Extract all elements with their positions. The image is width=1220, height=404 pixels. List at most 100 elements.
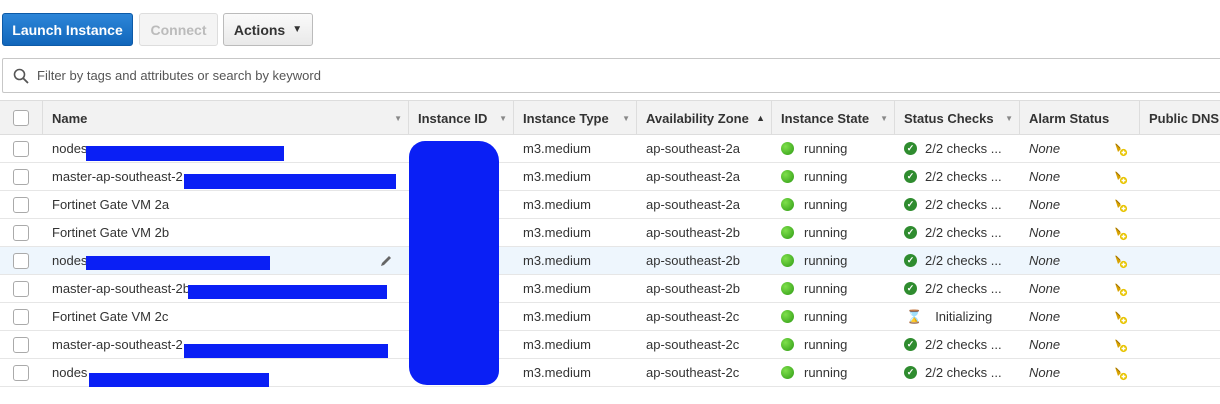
row-checkbox[interactable] [13,225,29,241]
state-label: running [804,281,848,296]
bell-plus-icon[interactable] [1112,247,1132,274]
bell-plus-icon[interactable] [1112,219,1132,246]
bell-plus-icon[interactable] [1112,191,1132,218]
sort-icon: ▼ [1005,113,1013,123]
redaction-mark [188,285,387,299]
instance-state: running [781,247,891,274]
column-header-alarm-status[interactable]: Alarm Status [1019,101,1139,135]
column-header-instance-state[interactable]: Instance State ▼ [771,101,894,135]
status-checks[interactable]: ✓ 2/2 checks ... [904,331,1016,358]
state-label: running [804,141,848,156]
instance-state: running [781,163,891,190]
state-label: running [804,365,848,380]
row-checkbox[interactable] [13,365,29,381]
instance-state: running [781,135,891,162]
alarm-status: None [1029,169,1061,184]
green-circle-icon [781,198,794,211]
status-checks[interactable]: ⌛ Initializing [904,303,1016,330]
check-circle-icon: ✓ [904,226,917,239]
instances-table: Name ▼ Instance ID ▼ Instance Type ▼ Availa… [0,100,1220,387]
availability-zone: ap-southeast-2c [646,337,740,352]
instance-name: Fortinet Gate VM 2b [52,225,170,240]
column-header-status-checks[interactable]: Status Checks ▼ [894,101,1019,135]
actions-button[interactable]: Actions ▼ [223,13,313,46]
search-icon [3,68,33,84]
sort-icon: ▼ [622,113,630,123]
column-header-availability-zone[interactable]: Availability Zone ▲ [636,101,771,135]
status-checks[interactable]: ✓ 2/2 checks ... [904,191,1016,218]
toolbar: Launch Instance Connect Actions ▼ [0,0,1220,56]
availability-zone: ap-southeast-2b [646,253,740,268]
sort-icon: ▼ [499,113,507,123]
instance-type: m3.medium [523,365,591,380]
status-checks-label: 2/2 checks ... [925,281,1002,296]
alarm-status: None [1029,225,1061,240]
check-circle-icon: ✓ [904,282,917,295]
row-checkbox[interactable] [13,309,29,325]
check-circle-icon: ✓ [904,198,917,211]
state-label: running [804,309,848,324]
bell-plus-icon[interactable] [1112,275,1132,302]
status-checks[interactable]: ✓ 2/2 checks ... [904,275,1016,302]
availability-zone: ap-southeast-2a [646,197,740,212]
bell-plus-icon[interactable] [1112,135,1132,162]
table-row[interactable]: Fortinet Gate VM 2a m3.medium ap-southeast… [0,191,1220,219]
instance-type: m3.medium [523,225,591,240]
row-checkbox[interactable] [13,281,29,297]
green-circle-icon [781,142,794,155]
table-row[interactable]: master-ap-southeast-2 m3.medium ap-southea… [0,163,1220,191]
instance-type: m3.medium [523,281,591,296]
instance-type: m3.medium [523,197,591,212]
row-checkbox[interactable] [13,337,29,353]
alarm-status: None [1029,309,1061,324]
column-label: Alarm Status [1029,110,1110,126]
status-checks[interactable]: ✓ 2/2 checks ... [904,219,1016,246]
status-checks[interactable]: ✓ 2/2 checks ... [904,163,1016,190]
redaction-mark [184,174,396,189]
bell-plus-icon[interactable] [1112,359,1132,386]
availability-zone: ap-southeast-2b [646,281,740,296]
check-circle-icon: ✓ [904,366,917,379]
status-checks[interactable]: ✓ 2/2 checks ... [904,135,1016,162]
row-checkbox[interactable] [13,253,29,269]
green-circle-icon [781,282,794,295]
instance-name: Fortinet Gate VM 2a [52,197,170,212]
table-row[interactable]: Fortinet Gate VM 2b m3.medium ap-southeast… [0,219,1220,247]
status-checks[interactable]: ✓ 2/2 checks ... [904,359,1016,386]
instance-name: Fortinet Gate VM 2c [52,309,169,324]
search-bar[interactable] [2,58,1220,93]
alarm-status: None [1029,141,1061,156]
select-all-checkbox[interactable] [13,110,29,126]
status-checks[interactable]: ✓ 2/2 checks ... [904,247,1016,274]
bell-plus-icon[interactable] [1112,303,1132,330]
status-checks-label: 2/2 checks ... [925,141,1002,156]
check-circle-icon: ✓ [904,170,917,183]
alarm-status: None [1029,197,1061,212]
column-label: Instance State [781,110,870,126]
table-row[interactable]: master-ap-southeast-2 m3.medium ap-southea… [0,331,1220,359]
green-circle-icon [781,366,794,379]
column-header-name[interactable]: Name ▼ [42,101,408,135]
availability-zone: ap-southeast-2c [646,309,740,324]
redaction-mark [409,141,499,385]
row-checkbox[interactable] [13,197,29,213]
bell-plus-icon[interactable] [1112,331,1132,358]
green-circle-icon [781,170,794,183]
sort-icon: ▼ [394,113,402,123]
column-header-public-dns[interactable]: Public DNS [1139,101,1220,135]
instance-state: running [781,191,891,218]
status-checks-label: 2/2 checks ... [925,337,1002,352]
instance-type: m3.medium [523,253,591,268]
table-row[interactable]: Fortinet Gate VM 2c m3.medium ap-southeast… [0,303,1220,331]
row-checkbox[interactable] [13,169,29,185]
pencil-icon[interactable] [379,247,397,274]
bell-plus-icon[interactable] [1112,163,1132,190]
column-header-instance-id[interactable]: Instance ID ▼ [408,101,513,135]
search-input[interactable] [33,68,1220,83]
row-checkbox[interactable] [13,141,29,157]
launch-instance-button[interactable]: Launch Instance [2,13,133,46]
state-label: running [804,225,848,240]
table-row[interactable]: master-ap-southeast-2b m3.medium ap-southe… [0,275,1220,303]
green-circle-icon [781,254,794,267]
column-header-instance-type[interactable]: Instance Type ▼ [513,101,636,135]
